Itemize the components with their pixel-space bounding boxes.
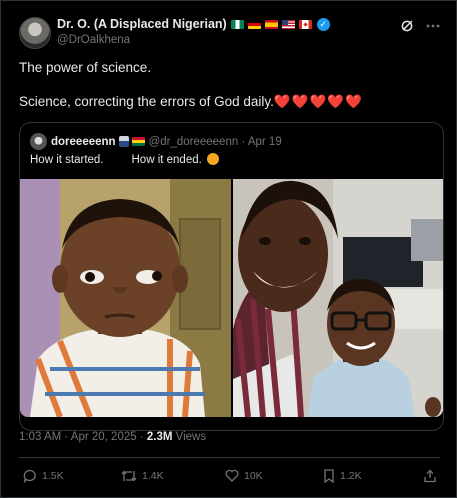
like-button[interactable]: 10K — [225, 469, 263, 482]
quoted-handle-time[interactable]: @dr_doreeeeenn · Apr 19 — [149, 136, 282, 148]
quoted-header: doreeeeenn @dr_doreeeeenn · Apr 19 — [30, 133, 282, 150]
grok-icon[interactable] — [400, 19, 414, 33]
smiling-face-icon — [207, 153, 220, 165]
more-options-icon[interactable] — [426, 24, 440, 28]
tweet-header: Dr. O. (A Displaced Nigerian) ✓ @DrOalkh… — [19, 17, 440, 51]
like-count: 10K — [244, 469, 263, 482]
repost-icon — [121, 469, 137, 483]
tweet-body: The power of science. Science, correctin… — [19, 59, 363, 111]
repost-count: 1.4K — [142, 470, 164, 482]
views-count: 2.3M — [146, 431, 173, 443]
nigeria-flag-icon — [230, 19, 244, 29]
views-label: Views — [172, 431, 207, 443]
bookmark-button[interactable]: 1.2K — [323, 469, 362, 483]
tweet-line-2-text: Science, correcting the errors of God da… — [19, 94, 274, 109]
photo-after[interactable] — [233, 179, 443, 417]
reply-count: 1.5K — [42, 470, 64, 482]
bookmark-icon — [323, 469, 335, 483]
germany-flag-icon — [247, 19, 261, 29]
photo-before[interactable] — [20, 179, 231, 417]
bookmark-count: 1.2K — [340, 470, 362, 482]
author-avatar[interactable] — [19, 17, 51, 49]
share-icon — [423, 469, 437, 483]
quoted-tweet[interactable]: doreeeeenn @dr_doreeeeenn · Apr 19 How i… — [19, 122, 444, 431]
usa-flag-icon — [281, 19, 295, 29]
heart-icon — [225, 469, 239, 482]
quoted-text-ended: How it ended. — [131, 154, 202, 166]
divider — [19, 457, 440, 458]
reply-button[interactable]: 1.5K — [23, 469, 64, 483]
verified-badge-icon[interactable]: ✓ — [316, 17, 330, 31]
quoted-name[interactable]: doreeeeenn — [51, 136, 116, 148]
author-handle[interactable]: @DrOalkhena — [57, 34, 130, 46]
spain-flag-icon — [264, 19, 278, 29]
doctor-emoji-icon — [118, 136, 129, 147]
tweet-line-1: The power of science. — [19, 60, 152, 75]
tweet-line-2: Science, correcting the errors of God da… — [19, 93, 363, 111]
canada-flag-icon — [298, 19, 312, 29]
share-button[interactable] — [423, 469, 437, 483]
action-bar: 1.5K 1.4K 10K 1.2K — [23, 469, 436, 487]
hearts-emoji: ❤️❤️❤️❤️❤️ — [273, 94, 363, 109]
tweet-timestamp[interactable]: 1:03 AM · Apr 20, 2025 · — [19, 431, 147, 443]
header-actions — [400, 19, 440, 33]
repost-button[interactable]: 1.4K — [121, 469, 164, 483]
author-name-row[interactable]: Dr. O. (A Displaced Nigerian) ✓ — [57, 17, 330, 31]
quoted-text-started: How it started. — [30, 154, 104, 166]
quoted-text: How it started. How it ended. — [30, 153, 220, 166]
tweet-meta: 1:03 AM · Apr 20, 2025 · 2.3M Views — [19, 431, 206, 443]
ghana-flag-icon — [131, 137, 145, 146]
author-name[interactable]: Dr. O. (A Displaced Nigerian) — [57, 17, 227, 31]
tweet-card: Dr. O. (A Displaced Nigerian) ✓ @DrOalkh… — [0, 0, 457, 498]
quoted-avatar[interactable] — [30, 133, 47, 150]
reply-icon — [23, 469, 37, 483]
